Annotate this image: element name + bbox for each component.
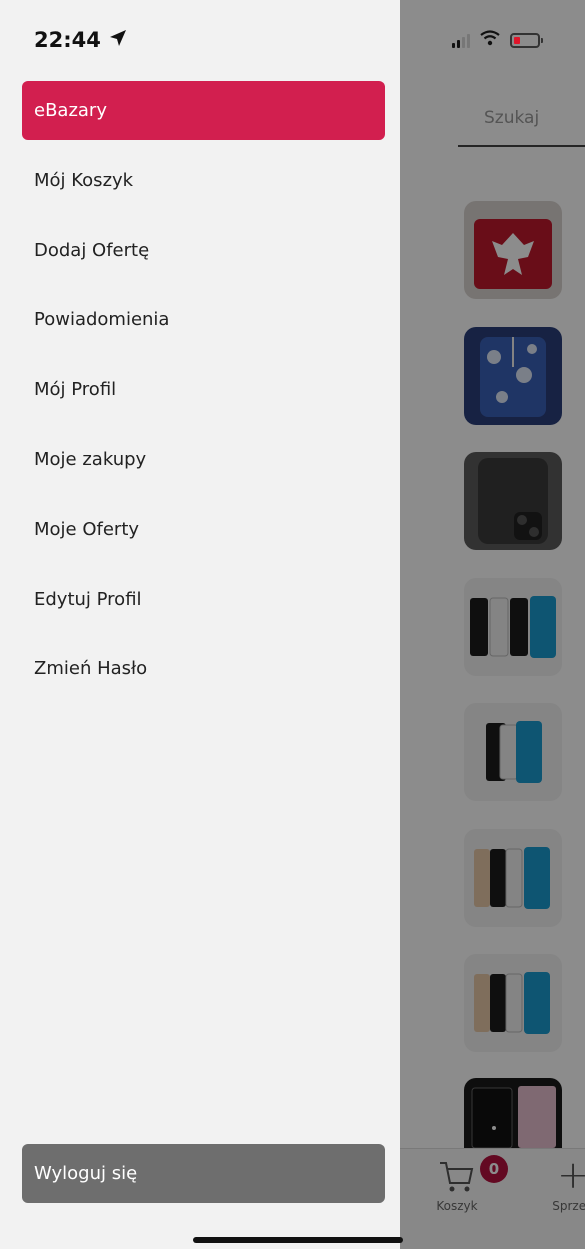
drawer-item-ebazary[interactable]: eBazary [22, 81, 385, 140]
battery-icon [510, 32, 543, 48]
drawer-item-change-password[interactable]: Zmień Hasło [22, 639, 385, 698]
status-icons [452, 28, 543, 52]
drawer-item-add-offer[interactable]: Dodaj Ofertę [22, 221, 385, 280]
side-drawer: 22:44 eBazary Mój Koszyk Dodaj Ofertę Po… [0, 0, 400, 1249]
drawer-menu: eBazary Mój Koszyk Dodaj Ofertę Powiadom… [22, 81, 385, 709]
drawer-item-my-cart[interactable]: Mój Koszyk [22, 151, 385, 210]
wifi-icon [480, 30, 500, 50]
status-time: 22:44 [34, 28, 127, 52]
drawer-item-my-offers[interactable]: Moje Oferty [22, 500, 385, 559]
drawer-item-my-profile[interactable]: Mój Profil [22, 360, 385, 419]
cellular-signal-icon [452, 32, 470, 48]
location-arrow-icon [109, 28, 127, 52]
drawer-item-my-purchases[interactable]: Moje zakupy [22, 430, 385, 489]
logout-button[interactable]: Wyloguj się [22, 1144, 385, 1203]
status-time-text: 22:44 [34, 28, 101, 52]
drawer-item-edit-profile[interactable]: Edytuj Profil [22, 570, 385, 629]
drawer-item-notifications[interactable]: Powiadomienia [22, 290, 385, 349]
home-indicator [193, 1237, 403, 1243]
